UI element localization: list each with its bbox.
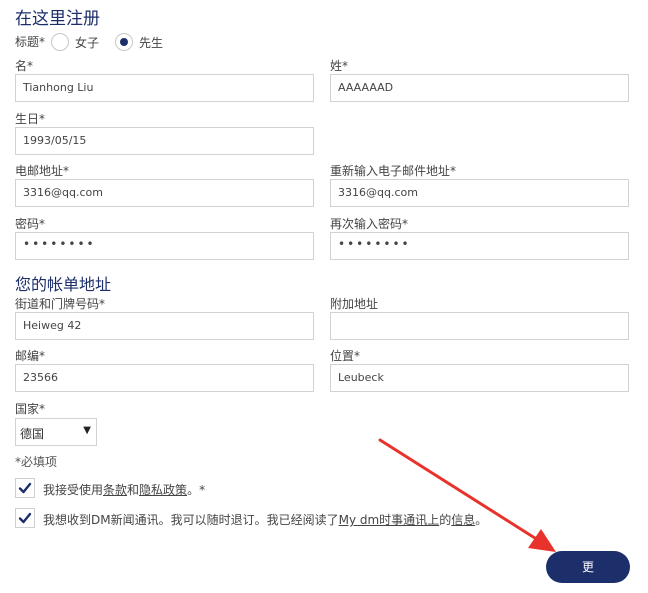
radio-female[interactable]: [51, 33, 69, 51]
checkmark-icon: [18, 512, 32, 524]
password-input[interactable]: ••••••••: [15, 232, 314, 260]
city-input[interactable]: Leubeck: [330, 364, 629, 392]
password-label: 密码*: [15, 217, 46, 231]
additional-address-label: 附加地址: [330, 297, 379, 311]
email-confirm-input[interactable]: 3316@qq.com: [330, 179, 629, 207]
country-label: 国家*: [15, 402, 46, 416]
password-confirm-label: 再次输入密码*: [330, 217, 409, 231]
terms-link[interactable]: 条款: [103, 483, 127, 497]
submit-button[interactable]: 更: [546, 551, 630, 583]
radio-female-label: 女子: [75, 36, 100, 50]
last-name-label: 姓*: [330, 59, 349, 73]
country-select-value: 德国: [20, 427, 45, 441]
country-select[interactable]: 德国 ▼: [15, 418, 97, 446]
newsletter-checkbox[interactable]: [15, 508, 35, 528]
additional-address-input[interactable]: [330, 312, 629, 340]
information-link[interactable]: 信息: [451, 513, 475, 527]
radio-male[interactable]: [115, 33, 133, 51]
terms-text: 我接受使用条款和隐私政策。*: [43, 483, 206, 497]
first-name-input[interactable]: Tianhong Liu: [15, 74, 314, 102]
register-title: 在这里注册: [15, 9, 100, 29]
billing-title: 您的帐单地址: [15, 275, 112, 294]
password-confirm-input[interactable]: ••••••••: [330, 232, 629, 260]
street-input[interactable]: Heiweg 42: [15, 312, 314, 340]
privacy-link[interactable]: 隐私政策: [139, 483, 187, 497]
terms-checkbox[interactable]: [15, 478, 35, 498]
email-label: 电邮地址*: [15, 164, 70, 178]
title-label: 标题*: [15, 35, 46, 49]
street-label: 街道和门牌号码*: [15, 297, 106, 311]
postcode-input[interactable]: 23566: [15, 364, 314, 392]
radio-male-label: 先生: [139, 36, 164, 50]
checkmark-icon: [18, 482, 32, 494]
birthday-label: 生日*: [15, 112, 46, 126]
email-input[interactable]: 3316@qq.com: [15, 179, 314, 207]
newsletter-text: 我想收到DM新闻通讯。我可以随时退订。我已经阅读了My dm时事通讯上的信息。: [43, 513, 488, 527]
required-note: *必填项: [15, 455, 58, 469]
city-label: 位置*: [330, 349, 361, 363]
email-confirm-label: 重新输入电子邮件地址*: [330, 164, 457, 178]
last-name-input[interactable]: AAAAAAD: [330, 74, 629, 102]
birthday-input[interactable]: 1993/05/15: [15, 127, 314, 155]
chevron-down-icon: ▼: [83, 425, 91, 436]
first-name-label: 名*: [15, 59, 34, 73]
postcode-label: 邮编*: [15, 349, 46, 363]
newsletter-info-link[interactable]: My dm时事通讯上: [339, 513, 440, 527]
